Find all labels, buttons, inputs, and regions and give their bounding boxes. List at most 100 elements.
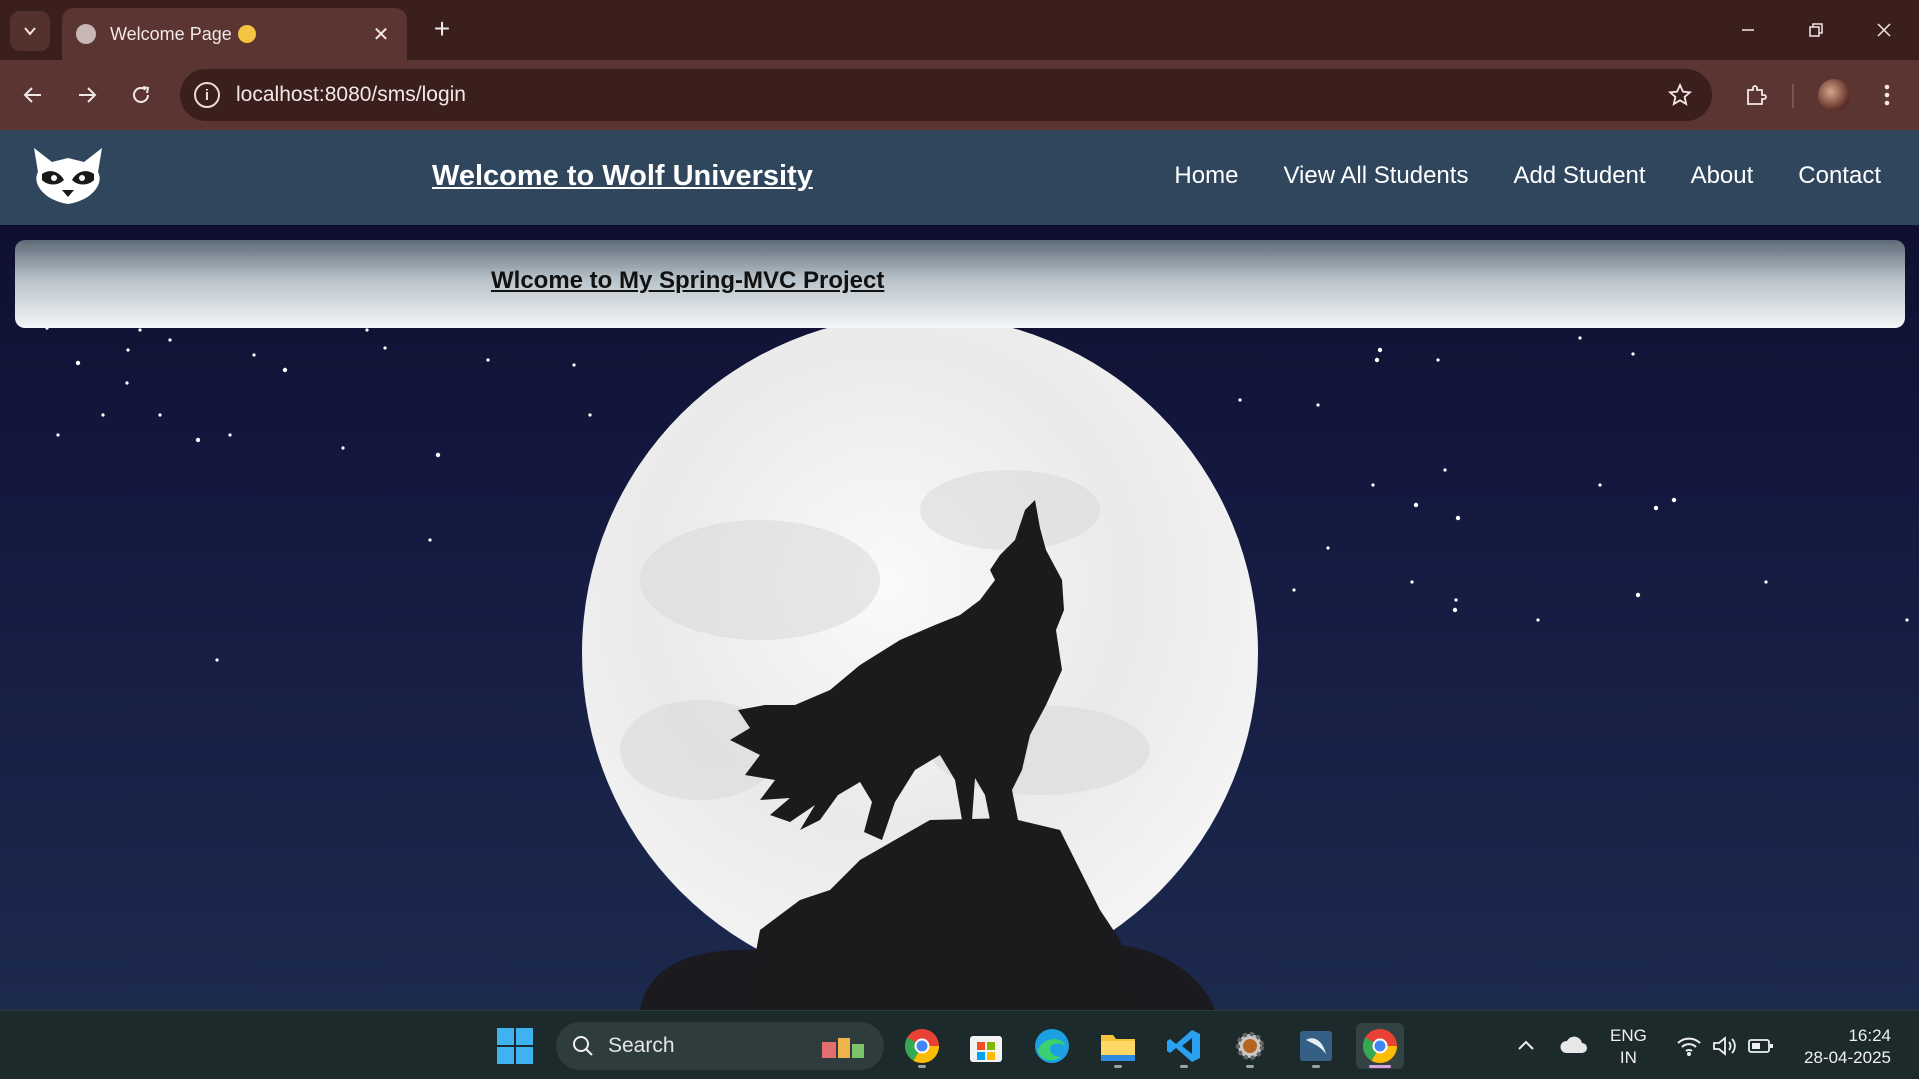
- star: [215, 658, 219, 662]
- close-window-button[interactable]: [1858, 10, 1910, 50]
- taskbar-chrome-active-icon[interactable]: [1356, 1023, 1404, 1069]
- nav-view-all-students-link[interactable]: View All Students: [1283, 162, 1468, 190]
- volume-icon[interactable]: [1712, 1035, 1738, 1057]
- star: [1598, 483, 1602, 487]
- chrome-icon: [905, 1029, 939, 1063]
- chevron-up-icon[interactable]: [1516, 1037, 1536, 1053]
- arrow-right-icon: [79, 87, 97, 103]
- minimize-icon: [1742, 29, 1754, 31]
- web-page: Welcome to Wolf University Home View All…: [0, 130, 1919, 1010]
- vscode-icon: [1167, 1030, 1200, 1062]
- minimize-button[interactable]: [1722, 10, 1774, 50]
- arrow-left-icon: [23, 87, 41, 103]
- taskbar-chrome-profile-icon[interactable]: [898, 1023, 946, 1069]
- taskbar-edge-icon[interactable]: [1028, 1023, 1076, 1069]
- star: [1635, 592, 1641, 598]
- star: [1292, 588, 1296, 592]
- banner-text: Wlcome to My Spring-MVC Project: [491, 267, 885, 294]
- browser-tab-active[interactable]: Welcome Page ✕: [62, 8, 407, 60]
- clock-time: 16:24: [1848, 1026, 1891, 1045]
- restore-button[interactable]: [1790, 10, 1842, 50]
- close-tab-icon[interactable]: ✕: [369, 22, 393, 47]
- nav-contact-link[interactable]: Contact: [1798, 162, 1881, 190]
- star: [572, 363, 576, 367]
- star: [138, 328, 142, 332]
- system-clock[interactable]: 16:24 28-04-2025: [1804, 1025, 1891, 1069]
- star: [1454, 598, 1458, 602]
- taskbar-store-icon[interactable]: [962, 1023, 1010, 1069]
- star: [125, 381, 129, 385]
- nav-about-link[interactable]: About: [1691, 162, 1754, 190]
- star: [486, 358, 490, 362]
- site-nav-links: Home View All Students Add Student About…: [1174, 162, 1881, 190]
- wifi-icon[interactable]: [1676, 1035, 1702, 1057]
- reload-icon: [133, 86, 150, 103]
- star: [56, 433, 60, 437]
- profile-avatar[interactable]: [1818, 79, 1850, 111]
- taskbar-search[interactable]: Search: [556, 1022, 884, 1070]
- star: [126, 348, 130, 352]
- browser-toolbar: i localhost:8080/sms/login: [0, 60, 1919, 130]
- battery-icon[interactable]: [1748, 1037, 1774, 1055]
- star: [228, 433, 232, 437]
- back-button[interactable]: [13, 75, 53, 115]
- star: [282, 367, 288, 373]
- star: [1653, 505, 1659, 511]
- chrome-icon: [1363, 1029, 1397, 1063]
- star: [195, 437, 201, 443]
- star: [1671, 497, 1677, 503]
- nav-add-student-link[interactable]: Add Student: [1513, 162, 1645, 190]
- browser-menu-button[interactable]: [1872, 75, 1902, 115]
- toolbar-separator: [1792, 84, 1794, 108]
- chevron-down-icon: [24, 27, 36, 36]
- cloud-icon[interactable]: [1560, 1035, 1588, 1055]
- star: [1443, 468, 1447, 472]
- taskbar-vscode-icon[interactable]: [1160, 1023, 1208, 1069]
- extensions-button[interactable]: [1736, 75, 1776, 115]
- search-label: Search: [608, 1034, 675, 1057]
- address-bar[interactable]: i localhost:8080/sms/login: [180, 69, 1712, 121]
- bookmark-star-icon[interactable]: [1668, 83, 1692, 107]
- input-language-indicator[interactable]: ENG IN: [1610, 1025, 1647, 1069]
- taskbar-settings-app-icon[interactable]: [1226, 1023, 1274, 1069]
- folder-icon: [1101, 1035, 1135, 1061]
- new-tab-button[interactable]: +: [424, 12, 460, 48]
- reload-button[interactable]: [121, 75, 161, 115]
- tab-title: Welcome Page: [110, 23, 232, 44]
- clock-date: 28-04-2025: [1804, 1048, 1891, 1067]
- windows-start-icon[interactable]: [497, 1028, 533, 1064]
- nav-home-link[interactable]: Home: [1174, 162, 1238, 190]
- url-text[interactable]: localhost:8080/sms/login: [236, 83, 1668, 107]
- taskbar-file-explorer-icon[interactable]: [1094, 1023, 1142, 1069]
- star: [435, 452, 441, 458]
- smiley-emoji-icon: [237, 24, 256, 43]
- database-dolphin-icon: [1300, 1031, 1332, 1061]
- forward-button[interactable]: [67, 75, 107, 115]
- star: [1764, 580, 1768, 584]
- star: [365, 328, 369, 332]
- star: [1410, 580, 1414, 584]
- more-vertical-icon: [1884, 84, 1890, 106]
- raccoon-logo-icon[interactable]: [28, 142, 108, 208]
- star: [428, 538, 432, 542]
- star: [1452, 607, 1458, 613]
- search-icon: [573, 1036, 593, 1056]
- star: [75, 360, 81, 366]
- microsoft-store-icon: [970, 1036, 1002, 1062]
- search-highlight-icon: [822, 1038, 864, 1058]
- gear-icon: [1236, 1032, 1264, 1060]
- star: [1377, 347, 1383, 353]
- tab-search-button[interactable]: [10, 11, 50, 51]
- site-navbar: Welcome to Wolf University Home View All…: [0, 130, 1919, 225]
- browser-tab-strip: Welcome Page ✕ +: [0, 0, 1919, 60]
- globe-icon: [76, 24, 96, 44]
- puzzle-icon: [1747, 85, 1767, 105]
- star: [1455, 515, 1461, 521]
- site-brand-title[interactable]: Welcome to Wolf University: [432, 160, 813, 193]
- star: [1316, 403, 1320, 407]
- site-info-icon[interactable]: i: [194, 82, 220, 108]
- star: [158, 413, 162, 417]
- star: [101, 413, 105, 417]
- taskbar-mysql-workbench-icon[interactable]: [1292, 1023, 1340, 1069]
- star: [383, 346, 387, 350]
